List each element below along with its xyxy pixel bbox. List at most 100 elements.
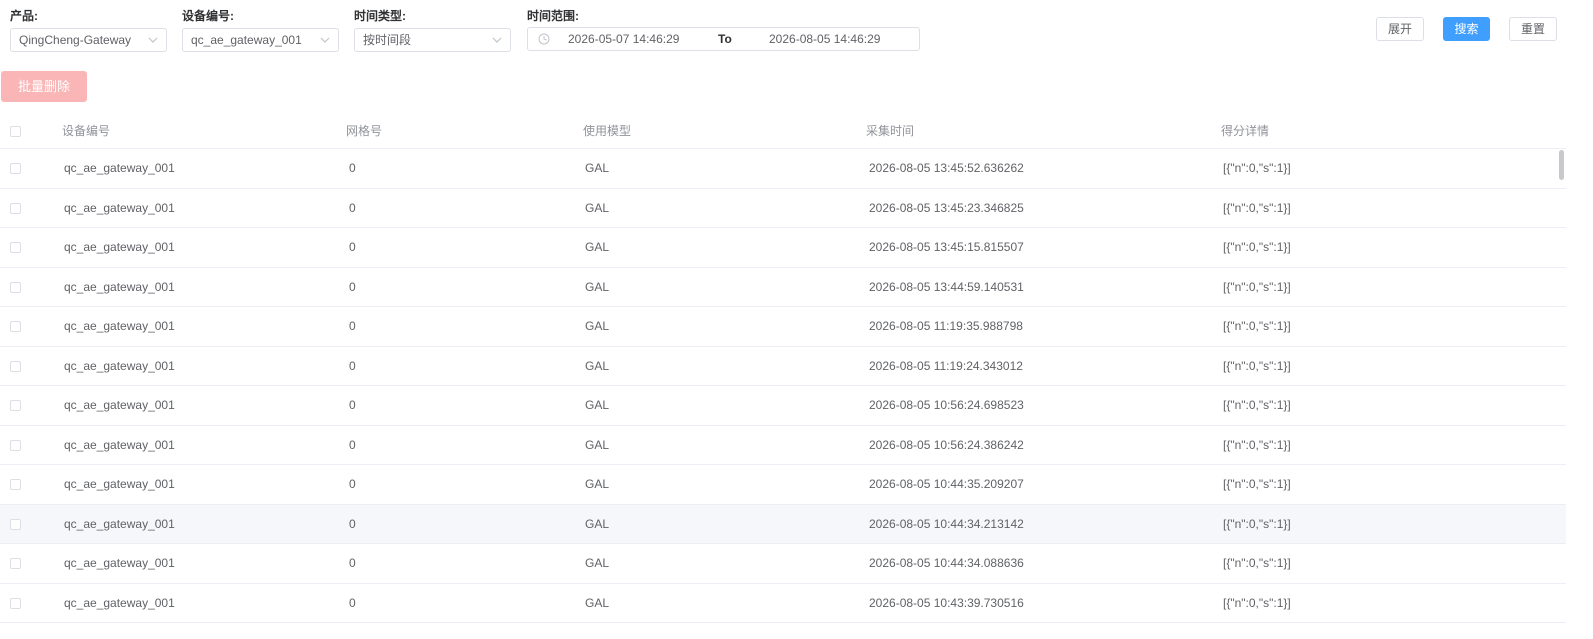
row-checkbox[interactable]	[10, 163, 21, 174]
cell-device: qc_ae_gateway_001	[64, 556, 175, 570]
table-row[interactable]: qc_ae_gateway_001 0 GAL 2026-08-05 10:56:24…	[0, 426, 1566, 465]
row-checkbox[interactable]	[10, 479, 21, 490]
batch-delete-button[interactable]: 批量删除	[1, 71, 87, 102]
cell-model: GAL	[585, 595, 610, 610]
table-row[interactable]: qc_ae_gateway_001 0 GAL 2026-08-05 13:45:23…	[0, 189, 1566, 228]
time-range-label: 时间范围:	[527, 9, 579, 23]
range-start-input[interactable]: 2026-05-07 14:46:29	[568, 28, 679, 50]
cell-grid: 0	[349, 200, 356, 215]
cell-time: 2026-08-05 13:45:23.346825	[869, 200, 1024, 215]
cell-time: 2026-08-05 13:45:15.815507	[869, 240, 1024, 254]
cell-grid: 0	[349, 516, 356, 531]
cell-model: GAL	[585, 161, 610, 175]
table-row[interactable]: qc_ae_gateway_001 0 GAL 2026-08-05 11:19:35…	[0, 307, 1566, 347]
range-end-input[interactable]: 2026-08-05 14:46:29	[769, 28, 880, 50]
time-range-filter: 时间范围:	[527, 8, 579, 24]
select-all-checkbox[interactable]	[10, 126, 21, 137]
filter-bar: 产品: QingCheng-Gateway 设备编号: qc_ae_gatewa…	[0, 0, 1593, 60]
column-header-device: 设备编号	[62, 124, 111, 138]
row-checkbox[interactable]	[10, 281, 21, 293]
cell-grid: 0	[349, 398, 356, 412]
table-row[interactable]: qc_ae_gateway_001 0 GAL 2026-08-05 13:44:59…	[0, 268, 1566, 307]
device-filter: 设备编号:	[182, 8, 234, 24]
cell-model: GAL	[585, 279, 610, 294]
cell-grid: 0	[349, 556, 356, 570]
chevron-down-icon	[148, 37, 158, 43]
cell-model: GAL	[585, 398, 610, 412]
cell-time: 2026-08-05 10:56:24.386242	[869, 437, 1024, 452]
cell-grid: 0	[349, 240, 356, 254]
table-header: 设备编号 网格号 使用模型 采集时间 得分详情	[0, 113, 1566, 149]
cell-score: [{"n":0,"s":1}]	[1223, 358, 1291, 373]
cell-device: qc_ae_gateway_001	[64, 240, 175, 254]
row-checkbox[interactable]	[10, 242, 21, 253]
time-range-picker[interactable]: 2026-05-07 14:46:29 To 2026-08-05 14:46:…	[527, 27, 920, 51]
table-scrollbar[interactable]	[1559, 150, 1564, 180]
row-checkbox[interactable]	[10, 558, 21, 569]
cell-time: 2026-08-05 10:44:35.209207	[869, 477, 1024, 491]
chevron-down-icon	[320, 37, 330, 43]
cell-grid: 0	[349, 161, 356, 175]
cell-score: [{"n":0,"s":1}]	[1223, 161, 1291, 175]
cell-grid: 0	[349, 358, 356, 373]
search-button[interactable]: 搜索	[1443, 17, 1490, 41]
cell-device: qc_ae_gateway_001	[64, 477, 175, 491]
cell-score: [{"n":0,"s":1}]	[1223, 595, 1291, 610]
cell-model: GAL	[585, 200, 610, 215]
data-table: 设备编号 网格号 使用模型 采集时间 得分详情 qc_ae_gateway_00…	[0, 113, 1566, 623]
row-checkbox[interactable]	[10, 518, 21, 530]
cell-time: 2026-08-05 10:44:34.213142	[869, 516, 1024, 531]
table-row[interactable]: qc_ae_gateway_001 0 GAL 2026-08-05 13:45:15…	[0, 228, 1566, 268]
table-body: qc_ae_gateway_001 0 GAL 2026-08-05 13:45:52…	[0, 149, 1566, 623]
cell-model: GAL	[585, 516, 610, 531]
time-type-label: 时间类型:	[354, 9, 406, 23]
cell-device: qc_ae_gateway_001	[64, 161, 175, 175]
table-row[interactable]: qc_ae_gateway_001 0 GAL 2026-08-05 10:44:34…	[0, 544, 1566, 584]
column-header-grid: 网格号	[346, 124, 383, 138]
product-filter: 产品:	[10, 8, 38, 24]
row-checkbox[interactable]	[10, 400, 21, 411]
cell-device: qc_ae_gateway_001	[64, 279, 175, 294]
cell-score: [{"n":0,"s":1}]	[1223, 279, 1291, 294]
cell-time: 2026-08-05 11:19:24.343012	[869, 358, 1023, 373]
range-separator: To	[718, 32, 732, 46]
row-checkbox[interactable]	[10, 360, 21, 372]
device-select[interactable]: qc_ae_gateway_001	[182, 28, 339, 52]
cell-score: [{"n":0,"s":1}]	[1223, 398, 1291, 412]
product-label: 产品:	[10, 9, 38, 23]
table-row[interactable]: qc_ae_gateway_001 0 GAL 2026-08-05 10:44:34…	[0, 504, 1566, 544]
cell-time: 2026-08-05 10:44:34.088636	[869, 556, 1024, 570]
cell-device: qc_ae_gateway_001	[64, 437, 175, 452]
product-select-value: QingCheng-Gateway	[19, 33, 132, 47]
cell-device: qc_ae_gateway_001	[64, 358, 175, 373]
table-row[interactable]: qc_ae_gateway_001 0 GAL 2026-08-05 13:45:52…	[0, 149, 1566, 189]
expand-button[interactable]: 展开	[1376, 17, 1424, 41]
cell-device: qc_ae_gateway_001	[64, 595, 175, 610]
time-type-select-value: 按时间段	[363, 33, 412, 47]
table-row[interactable]: qc_ae_gateway_001 0 GAL 2026-08-05 10:56:24…	[0, 386, 1566, 426]
cell-model: GAL	[585, 477, 610, 491]
cell-score: [{"n":0,"s":1}]	[1223, 240, 1291, 254]
table-row[interactable]: qc_ae_gateway_001 0 GAL 2026-08-05 10:43:39…	[0, 584, 1566, 623]
cell-device: qc_ae_gateway_001	[64, 319, 175, 333]
table-row[interactable]: qc_ae_gateway_001 0 GAL 2026-08-05 10:44:35…	[0, 465, 1566, 505]
cell-score: [{"n":0,"s":1}]	[1223, 200, 1291, 215]
cell-grid: 0	[349, 477, 356, 491]
row-checkbox[interactable]	[10, 321, 21, 332]
cell-time: 2026-08-05 13:45:52.636262	[869, 161, 1024, 175]
device-select-value: qc_ae_gateway_001	[191, 33, 302, 47]
cell-device: qc_ae_gateway_001	[64, 516, 175, 531]
table-row[interactable]: qc_ae_gateway_001 0 GAL 2026-08-05 11:19:24…	[0, 347, 1566, 386]
product-select[interactable]: QingCheng-Gateway	[10, 28, 167, 52]
row-checkbox[interactable]	[10, 439, 21, 451]
column-header-model: 使用模型	[583, 124, 632, 138]
cell-score: [{"n":0,"s":1}]	[1223, 556, 1291, 570]
reset-button[interactable]: 重置	[1509, 17, 1557, 41]
column-header-score: 得分详情	[1221, 124, 1270, 138]
row-checkbox[interactable]	[10, 202, 21, 214]
cell-time: 2026-08-05 10:56:24.698523	[869, 398, 1024, 412]
time-type-select[interactable]: 按时间段	[354, 28, 511, 52]
row-checkbox[interactable]	[10, 597, 21, 609]
cell-time: 2026-08-05 13:44:59.140531	[869, 279, 1024, 294]
cell-device: qc_ae_gateway_001	[64, 200, 175, 215]
